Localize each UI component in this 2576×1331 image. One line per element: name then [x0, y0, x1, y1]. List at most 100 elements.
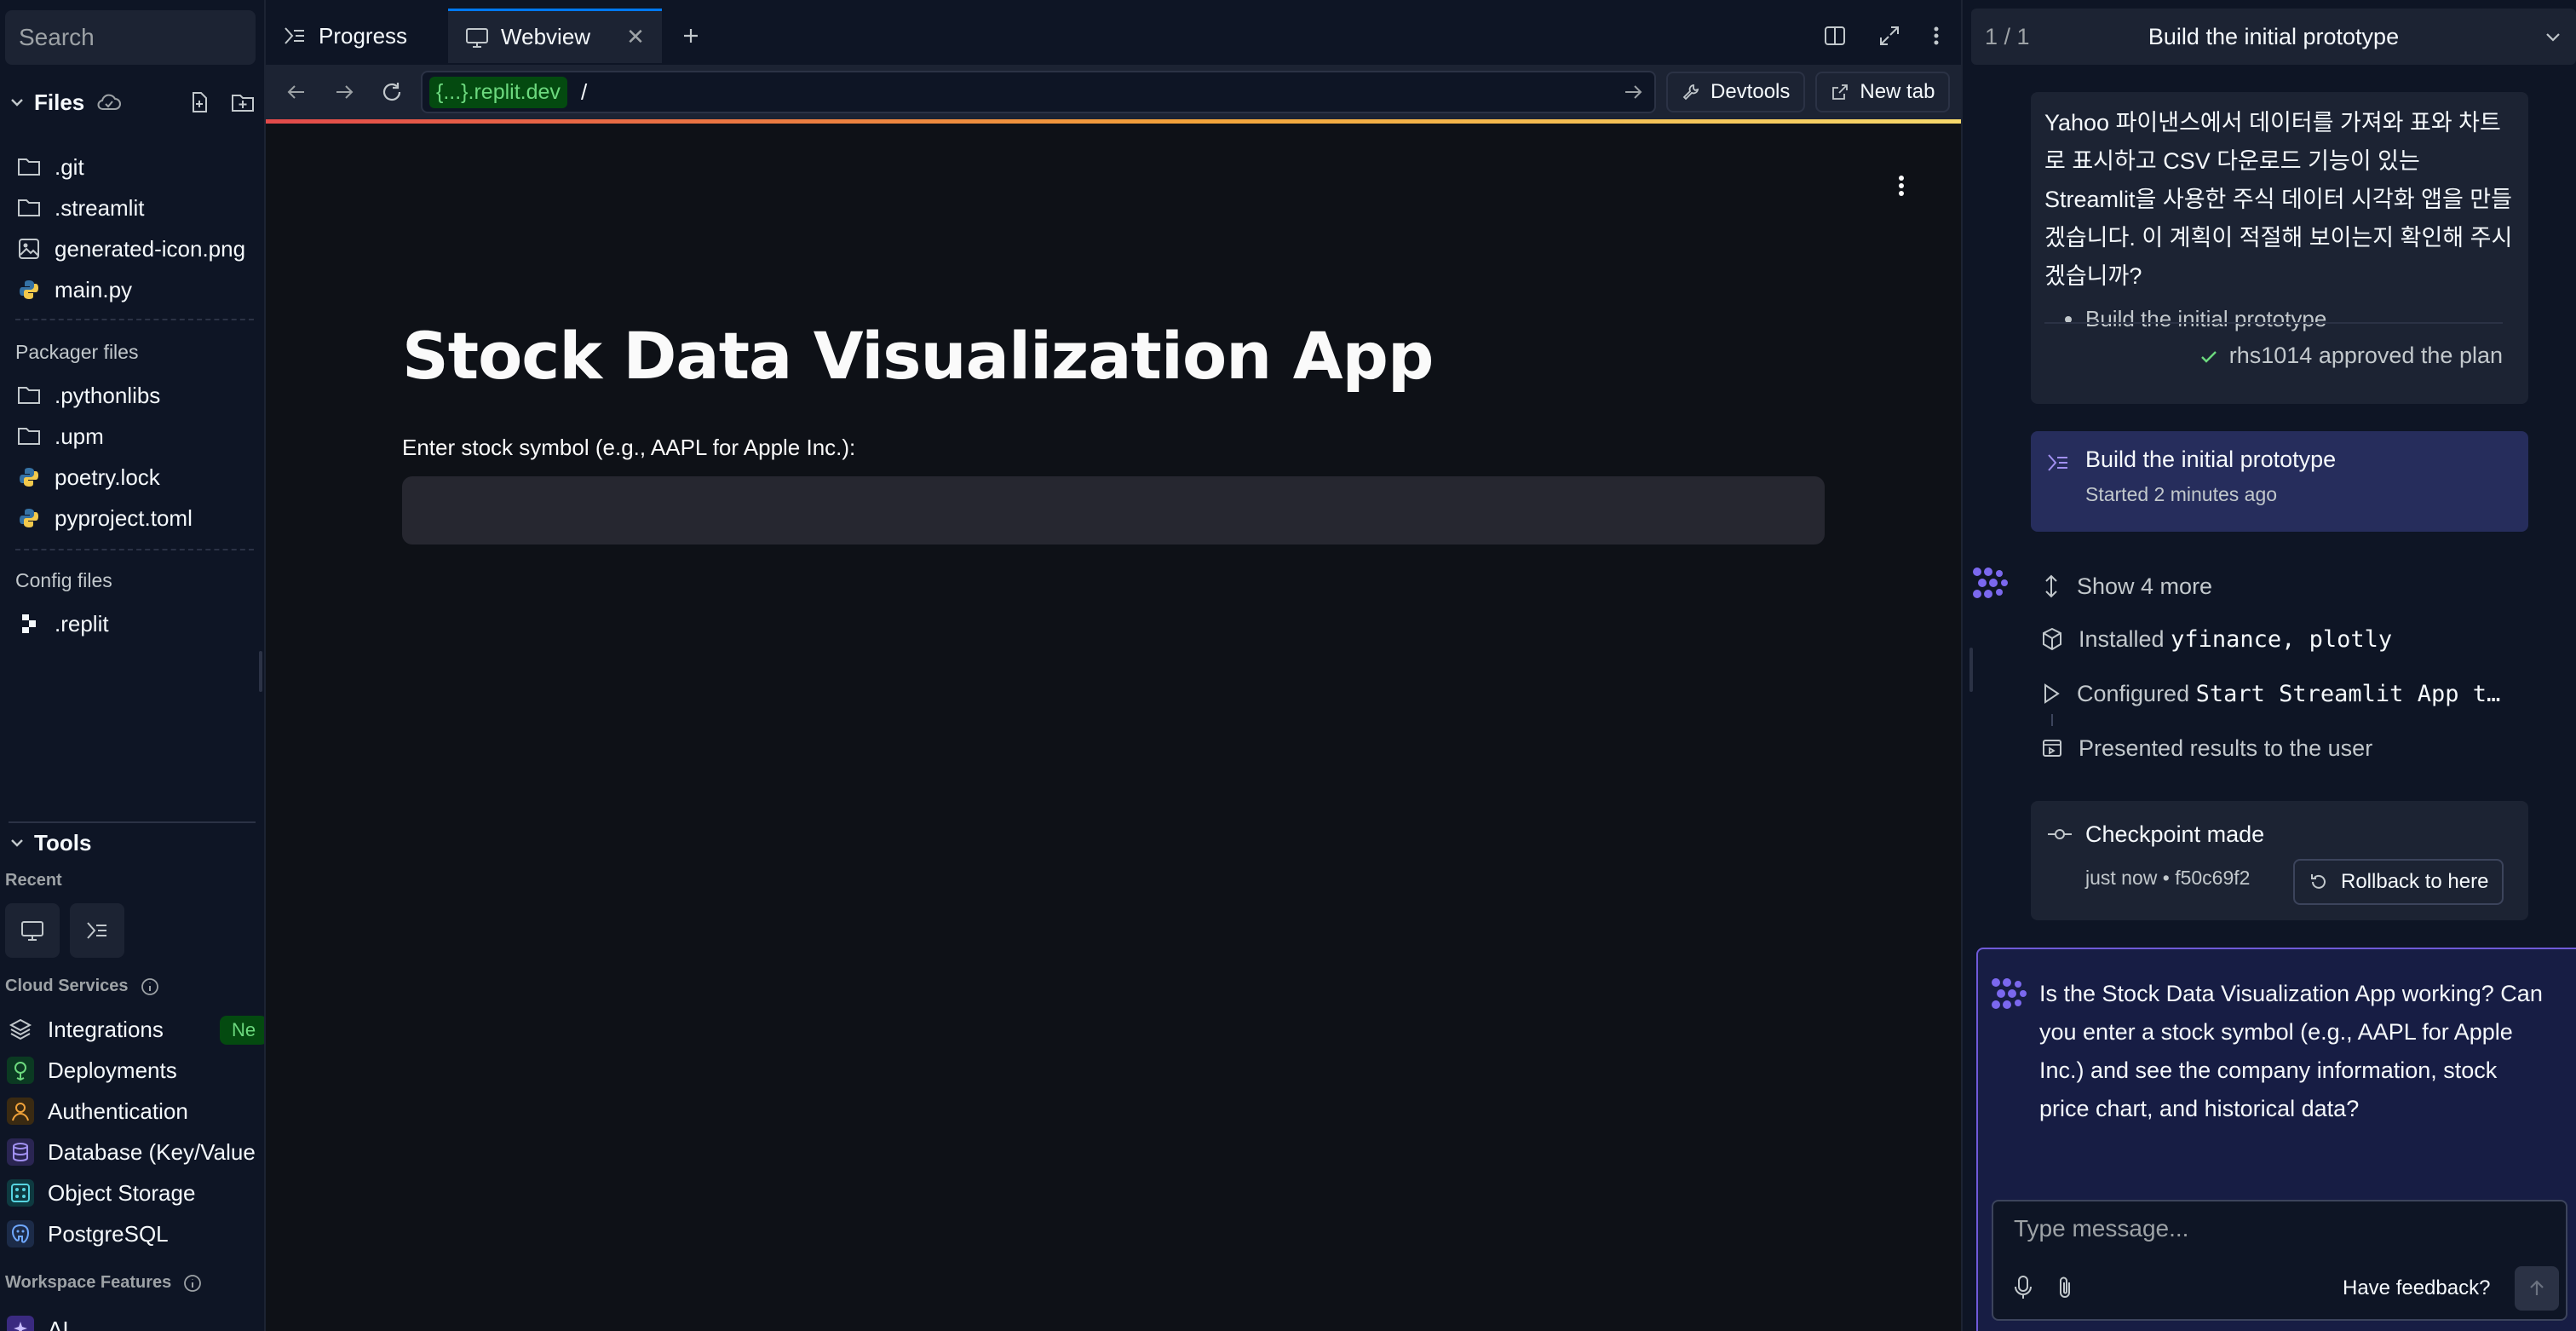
reload-icon [382, 83, 401, 101]
split-pane-icon[interactable] [1823, 24, 1847, 48]
file-item-streamlit[interactable]: .streamlit [17, 189, 144, 227]
step-installed: Installed yfinance, plotly [2041, 620, 2392, 658]
file-item-git[interactable]: .git [17, 148, 84, 186]
checkpoint-card: Checkpoint made just now • f50c69f2 Roll… [2031, 801, 2528, 920]
plan-card: Yahoo 파이낸스에서 데이터를 가져와 표와 차트로 표시하고 CSV 다운… [2031, 92, 2528, 404]
file-item-poetry-lock[interactable]: poetry.lock [17, 458, 160, 496]
step-connector [2051, 714, 2053, 726]
storage-icon [7, 1179, 34, 1207]
check-icon [2200, 350, 2217, 363]
chevron-down-icon[interactable] [2544, 27, 2562, 46]
new-tab-button[interactable]: New tab [1815, 72, 1951, 112]
show-more-button[interactable]: Show 4 more [2041, 568, 2212, 605]
file-item-pythonlibs[interactable]: .pythonlibs [17, 377, 160, 414]
tab-webview[interactable]: Webview ✕ [448, 9, 662, 63]
feature-label: AI [48, 1316, 69, 1331]
add-tab-button[interactable] [662, 9, 720, 63]
files-header[interactable]: Files [9, 84, 256, 121]
back-button[interactable] [278, 73, 315, 111]
git-commit-icon [2048, 829, 2072, 839]
folder-icon [17, 155, 41, 179]
plan-approved-status: rhs1014 approved the plan [2044, 322, 2503, 369]
task-card[interactable]: Build the initial prototype Started 2 mi… [2031, 431, 2528, 532]
search-input[interactable]: Search [5, 10, 256, 65]
chevron-down-icon[interactable] [9, 834, 26, 851]
divider [15, 319, 254, 320]
recent-progress-button[interactable] [70, 903, 124, 958]
rollback-button[interactable]: Rollback to here [2293, 859, 2504, 905]
file-item-pyproject[interactable]: pyproject.toml [17, 499, 193, 537]
file-item-upm[interactable]: .upm [17, 418, 104, 455]
url-field[interactable]: {...}.replit.dev / [421, 71, 1656, 113]
installed-packages: yfinance, plotly [2171, 625, 2393, 653]
ai-icon [7, 1316, 34, 1331]
new-folder-icon[interactable] [230, 90, 256, 114]
chevron-down-icon[interactable] [9, 94, 26, 111]
layers-icon [7, 1016, 34, 1043]
forward-button[interactable] [325, 73, 363, 111]
app-menu-button[interactable] [1886, 170, 1917, 201]
file-item-main-py[interactable]: main.py [17, 271, 132, 308]
monitor-icon [21, 921, 43, 941]
close-icon[interactable]: ✕ [626, 24, 645, 50]
show-more-label: Show 4 more [2077, 573, 2213, 599]
feature-ai[interactable]: AI [7, 1311, 69, 1331]
file-item-generated-icon[interactable]: generated-icon.png [17, 230, 245, 268]
service-postgresql[interactable]: PostgreSQL [7, 1215, 169, 1253]
question-text: Is the Stock Data Visualization App work… [2039, 981, 2543, 1121]
resize-handle[interactable] [259, 651, 262, 692]
file-name: .upm [55, 423, 104, 449]
file-name: .replit [55, 610, 109, 637]
reload-button[interactable] [373, 73, 411, 111]
new-tab-label: New tab [1860, 80, 1935, 103]
url-path: / [580, 78, 588, 105]
file-item-replit[interactable]: .replit [17, 605, 109, 642]
file-sidebar: Search Files .git .streamlit generated-i… [0, 0, 266, 1331]
folder-icon [17, 424, 41, 448]
message-input[interactable] [1995, 1203, 2564, 1254]
presentation-icon [2043, 740, 2061, 757]
devtools-button[interactable]: Devtools [1666, 72, 1806, 112]
more-vertical-icon[interactable] [1932, 24, 1941, 48]
progress-icon [2048, 454, 2067, 471]
microphone-icon[interactable] [2012, 1275, 2034, 1300]
image-icon [17, 237, 41, 261]
send-button[interactable] [2515, 1266, 2559, 1311]
python-icon [17, 278, 41, 302]
resize-handle[interactable] [1969, 648, 1973, 692]
arrow-right-icon[interactable] [1622, 81, 1644, 103]
maximize-icon[interactable] [1877, 24, 1901, 48]
tab-bar: Progress Webview ✕ [266, 9, 1961, 63]
external-link-icon [1832, 84, 1849, 100]
approved-text: rhs1014 approved the plan [2228, 343, 2503, 368]
info-icon[interactable] [141, 977, 159, 996]
service-object-storage[interactable]: Object Storage [7, 1174, 195, 1212]
tools-header[interactable]: Tools [9, 821, 256, 859]
stock-symbol-input[interactable] [402, 476, 1825, 544]
service-authentication[interactable]: Authentication [7, 1092, 188, 1130]
folder-icon [17, 196, 41, 220]
url-domain: {...}.replit.dev [429, 76, 567, 108]
recent-label-text: Recent [5, 871, 62, 890]
recent-webview-button[interactable] [5, 903, 60, 958]
service-database[interactable]: Database (Key/Value [7, 1133, 256, 1171]
feedback-link[interactable]: Have feedback? [2343, 1276, 2490, 1300]
service-label: Database (Key/Value [48, 1138, 256, 1165]
step-presented: Presented results to the user [2041, 729, 2372, 767]
tab-progress[interactable]: Progress [266, 9, 424, 63]
task-title: Build the initial prototype [2085, 447, 2337, 472]
divider [15, 549, 254, 550]
service-integrations[interactable]: Integrations [7, 1011, 164, 1048]
expand-vertical-icon [2045, 574, 2057, 598]
progress-icon [87, 922, 106, 939]
installed-label: Installed [2079, 625, 2165, 652]
service-deployments[interactable]: Deployments [7, 1052, 177, 1089]
new-file-icon[interactable] [187, 90, 211, 114]
agent-panel: 1 / 1 Build the initial prototype Yahoo … [1961, 0, 2576, 1331]
service-label: PostgreSQL [48, 1220, 169, 1247]
paperclip-icon[interactable] [2055, 1275, 2075, 1300]
info-icon[interactable] [183, 1274, 202, 1293]
plan-header[interactable]: 1 / 1 Build the initial prototype [1971, 9, 2576, 65]
python-icon [17, 506, 41, 530]
folder-icon [17, 383, 41, 407]
